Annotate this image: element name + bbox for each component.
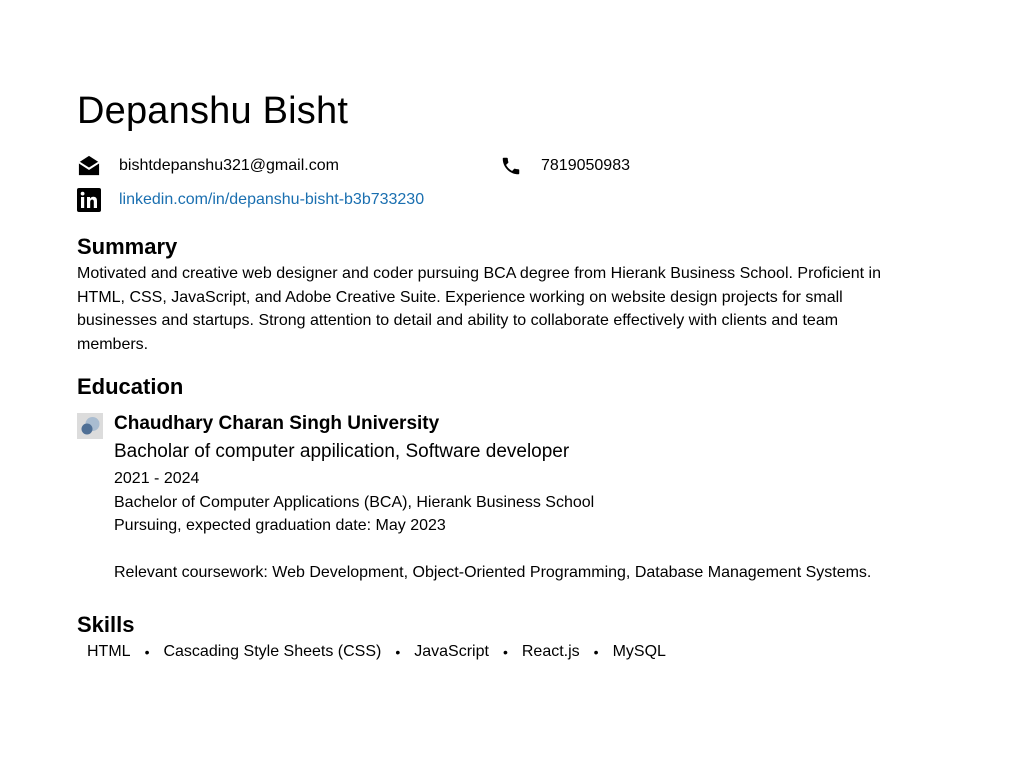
- coursework: Relevant coursework: Web Development, Ob…: [114, 563, 872, 581]
- phone-icon: [499, 154, 523, 178]
- phone-contact: 7819050983: [499, 154, 630, 178]
- bullet-separator: •: [593, 644, 599, 660]
- summary-heading: Summary: [77, 234, 178, 259]
- skills-heading: Skills: [77, 612, 135, 637]
- linkedin-icon: [77, 188, 101, 212]
- summary-section: Summary Motivated and creative web desig…: [77, 233, 927, 356]
- skills-list: HTML • Cascading Style Sheets (CSS) • Ja…: [77, 643, 927, 661]
- skill-item: JavaScript: [414, 643, 489, 660]
- linkedin-link[interactable]: linkedin.com/in/depanshu-bisht-b3b733230: [119, 191, 424, 209]
- education-years: 2021 - 2024: [114, 470, 200, 487]
- skill-item: HTML: [87, 643, 131, 660]
- education-section: Education Chaudhary Charan Singh Univers…: [77, 373, 927, 584]
- skill-item: MySQL: [612, 643, 666, 660]
- linkedin-contact: linkedin.com/in/depanshu-bisht-b3b733230: [77, 188, 424, 212]
- email-link[interactable]: bishtdepanshu321@gmail.com: [119, 157, 339, 175]
- contact-row-1: bishtdepanshu321@gmail.com 7819050983: [77, 154, 927, 188]
- skill-item: React.js: [521, 643, 580, 660]
- education-detail-2: Pursuing, expected graduation date: May …: [114, 517, 446, 534]
- skill-item: Cascading Style Sheets (CSS): [163, 643, 382, 660]
- education-entry: Chaudhary Charan Singh University Bachol…: [77, 411, 927, 584]
- phone-number: 7819050983: [541, 157, 630, 174]
- school-name: Chaudhary Charan Singh University: [114, 413, 440, 434]
- contact-row-2: linkedin.com/in/depanshu-bisht-b3b733230: [77, 188, 927, 222]
- envelope-icon: [77, 154, 101, 178]
- university-logo-icon: [77, 413, 103, 439]
- bullet-separator: •: [144, 644, 150, 660]
- summary-text: Motivated and creative web designer and …: [77, 265, 881, 353]
- skills-section: Skills HTML • Cascading Style Sheets (CS…: [77, 611, 927, 661]
- education-detail-1: Bachelor of Computer Applications (BCA),…: [114, 493, 595, 511]
- bullet-separator: •: [502, 644, 508, 660]
- email-contact: bishtdepanshu321@gmail.com: [77, 154, 339, 178]
- bullet-separator: •: [395, 644, 401, 660]
- degree-title: Bacholar of computer appilication, Softw…: [114, 441, 570, 462]
- resume-page: Depanshu Bisht bishtdepanshu321@gmail.co…: [77, 88, 927, 661]
- education-heading: Education: [77, 374, 184, 399]
- candidate-name: Depanshu Bisht: [77, 90, 349, 132]
